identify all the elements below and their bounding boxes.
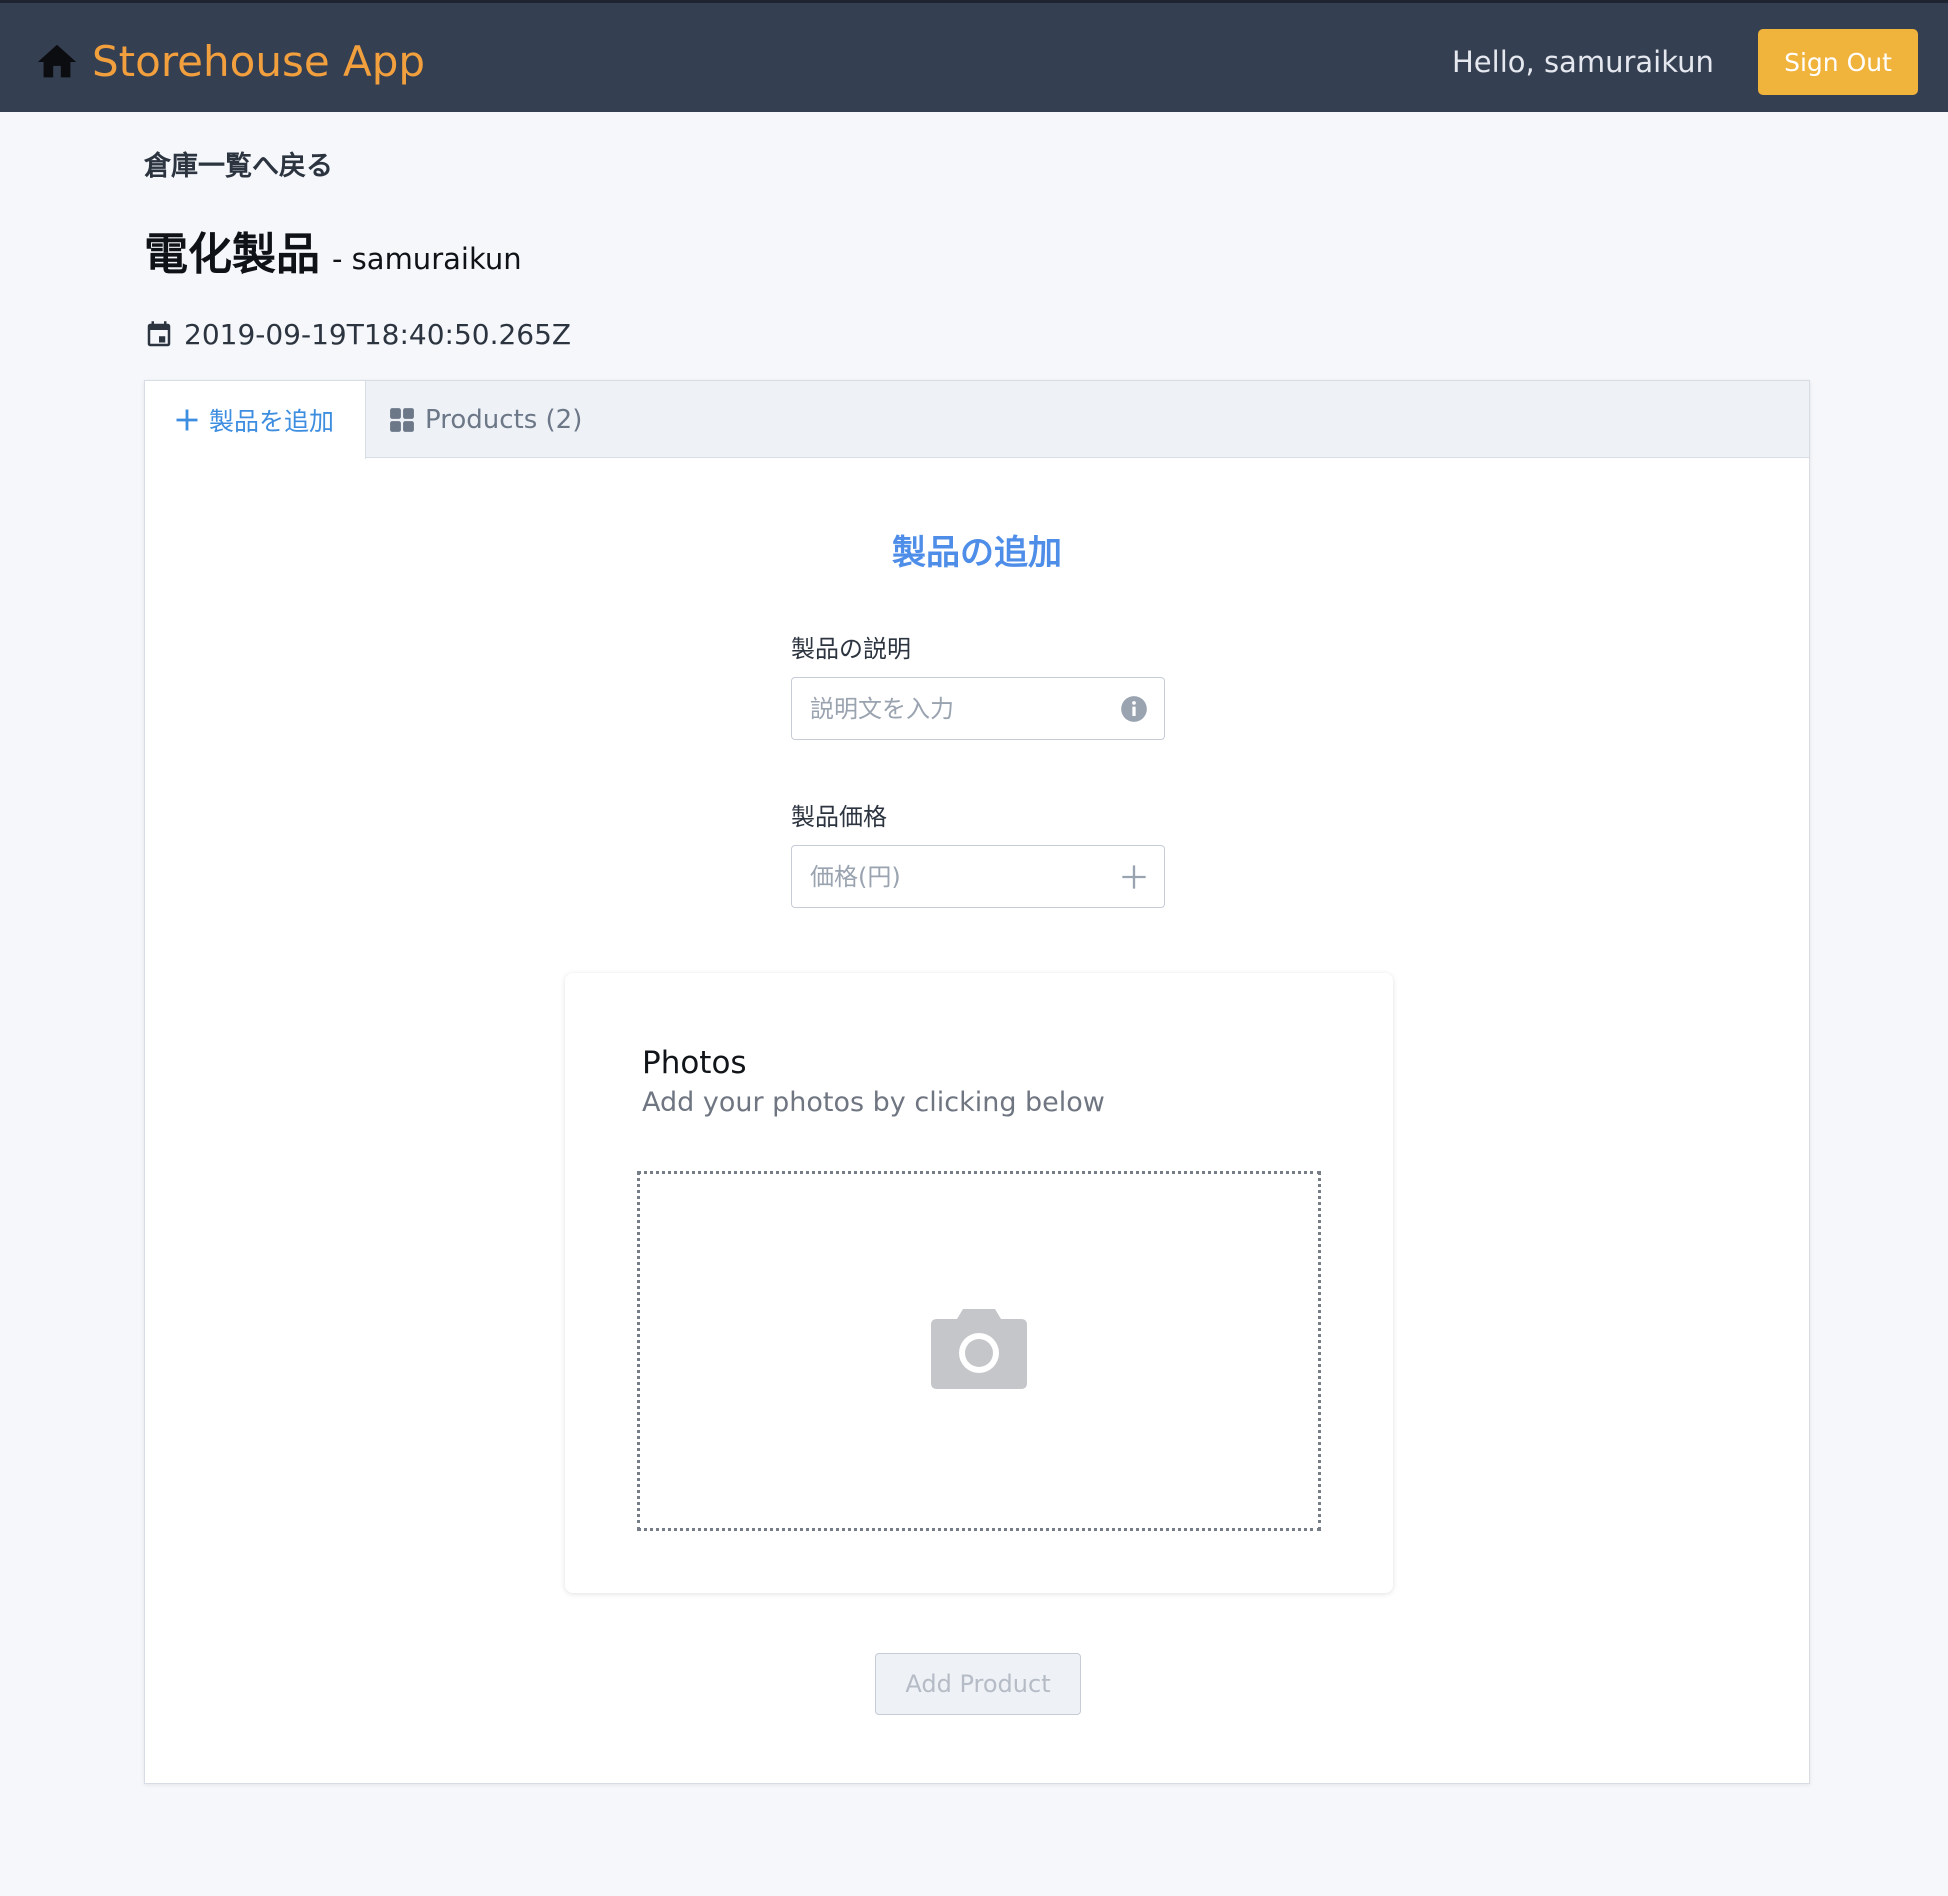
- price-label: 製品価格: [791, 803, 887, 831]
- tab-add-product[interactable]: 製品を追加: [145, 381, 366, 459]
- tab-products-label: Products (2): [425, 404, 583, 435]
- tab-add-product-label: 製品を追加: [209, 407, 335, 436]
- photos-title: Photos: [642, 1045, 747, 1081]
- sign-out-button[interactable]: Sign Out: [1758, 29, 1918, 95]
- price-input[interactable]: [792, 846, 1164, 907]
- storehouse-name: 電化製品: [144, 229, 320, 280]
- home-icon: [37, 44, 77, 77]
- photos-subtitle: Add your photos by clicking below: [642, 1087, 1105, 1118]
- page-title: 電化製品 - samuraikun: [144, 218, 522, 282]
- calendar-icon: [147, 320, 171, 346]
- app-title: Storehouse App: [92, 37, 426, 86]
- top-navbar: Storehouse App Hello, samuraikun Sign Ou…: [0, 0, 1948, 112]
- info-icon: [1121, 696, 1147, 722]
- form-title: 製品の追加: [892, 533, 1062, 573]
- user-greeting: Hello, samuraikun: [1452, 45, 1714, 79]
- storehouse-owner: - samuraikun: [332, 242, 522, 276]
- grid-icon: [390, 407, 414, 432]
- photo-drop-zone[interactable]: [637, 1171, 1321, 1531]
- description-label: 製品の説明: [791, 635, 911, 663]
- description-input[interactable]: [792, 678, 1164, 739]
- tab-bar: 製品を追加 Products (2): [145, 381, 1809, 459]
- plus-icon: [1122, 865, 1146, 889]
- add-product-button[interactable]: Add Product: [875, 1653, 1081, 1715]
- created-date-text: 2019-09-19T18:40:50.265Z: [184, 318, 572, 351]
- plus-icon: [176, 409, 198, 431]
- back-to-storehouses-link[interactable]: 倉庫一覧へ戻る: [144, 144, 333, 183]
- tab-products[interactable]: Products (2): [389, 381, 582, 458]
- description-field-wrapper: [791, 677, 1165, 740]
- created-date: 2019-09-19T18:40:50.265Z: [144, 318, 571, 351]
- price-field-wrapper: [791, 845, 1165, 908]
- storehouse-panel: 製品を追加 Products (2) 製品の追加 製品の説明 製品価格 Pho: [144, 380, 1810, 1784]
- brand-link[interactable]: Storehouse App: [34, 37, 425, 86]
- photos-card: Photos Add your photos by clicking below: [565, 973, 1393, 1593]
- camera-icon: [931, 1309, 1027, 1389]
